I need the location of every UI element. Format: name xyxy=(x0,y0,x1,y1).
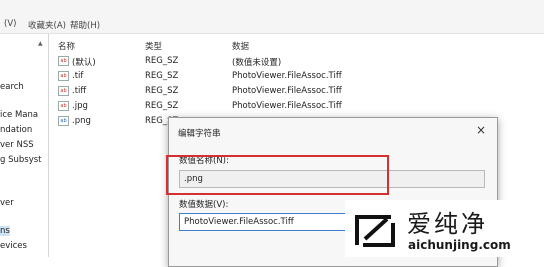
string-value-icon: ab xyxy=(58,116,69,126)
watermark-url: aichunjing.com xyxy=(408,238,511,252)
column-header-type[interactable]: 类型 xyxy=(145,40,162,52)
menu-help[interactable]: 帮助(H) xyxy=(70,19,100,31)
value-name: .tif xyxy=(72,71,84,81)
annotation-highlight-box xyxy=(166,155,389,195)
value-data: PhotoViewer.FileAssoc.Tiff xyxy=(232,86,342,96)
tree-item[interactable]: earch xyxy=(0,82,24,92)
tree-item[interactable]: evices xyxy=(0,241,27,251)
column-header-name[interactable]: 名称 xyxy=(58,40,75,52)
value-name: .tiff xyxy=(72,86,87,96)
tree-item[interactable]: ndation xyxy=(0,125,32,135)
value-type: REG_SZ xyxy=(145,101,179,111)
value-type: REG_SZ xyxy=(145,56,179,66)
value-data: (数值未设置) xyxy=(232,58,282,68)
value-data-label: 数值数据(V): xyxy=(179,200,229,210)
watermark-logo-icon xyxy=(355,215,395,247)
menu-view[interactable]: (V) xyxy=(4,19,16,29)
list-item[interactable]: ab .tif REG_SZ PhotoViewer.FileAssoc.Tif… xyxy=(49,69,544,85)
close-icon[interactable]: × xyxy=(476,123,486,137)
string-value-icon: ab xyxy=(58,86,69,96)
tree-item[interactable]: g Subsyst xyxy=(0,155,42,165)
tree-item[interactable]: ver xyxy=(0,198,14,208)
tree-item[interactable]: ver NSS xyxy=(0,140,34,150)
tree-item[interactable]: ice Mana xyxy=(0,110,38,120)
value-name: .jpg xyxy=(72,101,88,111)
value-data: PhotoViewer.FileAssoc.Tiff xyxy=(232,71,342,81)
list-item[interactable]: ab .jpg REG_SZ PhotoViewer.FileAssoc.Tif… xyxy=(49,99,544,115)
string-value-icon: ab xyxy=(58,71,69,81)
key-tree-pane[interactable]: ▲ earch ice Mana ndation ver NSS g Subsy… xyxy=(0,34,49,257)
value-type: REG_SZ xyxy=(145,86,179,96)
list-item[interactable]: ab (默认) REG_SZ (数值未设置) xyxy=(49,54,544,70)
column-header-data[interactable]: 数据 xyxy=(232,40,249,52)
string-value-icon: ab xyxy=(58,101,69,111)
value-data: PhotoViewer.FileAssoc.Tiff xyxy=(232,101,342,111)
dialog-title: 编辑字符串 xyxy=(178,129,221,139)
value-name: .png xyxy=(72,116,91,126)
value-type: REG_SZ xyxy=(145,71,179,81)
watermark: 爱纯净 aichunjing.com xyxy=(345,200,544,257)
watermark-text-chinese: 爱纯净 xyxy=(407,210,488,238)
string-value-icon: ab xyxy=(58,56,69,66)
value-name: (默认) xyxy=(72,58,96,68)
menu-bar: (V) 收藏夹(A) 帮助(H) xyxy=(0,0,544,34)
menu-favorites[interactable]: 收藏夹(A) xyxy=(28,19,66,31)
scroll-up-icon[interactable]: ▲ xyxy=(38,40,43,47)
list-item[interactable]: ab .tiff REG_SZ PhotoViewer.FileAssoc.Ti… xyxy=(49,84,544,100)
tree-item-selected[interactable]: ns xyxy=(0,226,10,236)
